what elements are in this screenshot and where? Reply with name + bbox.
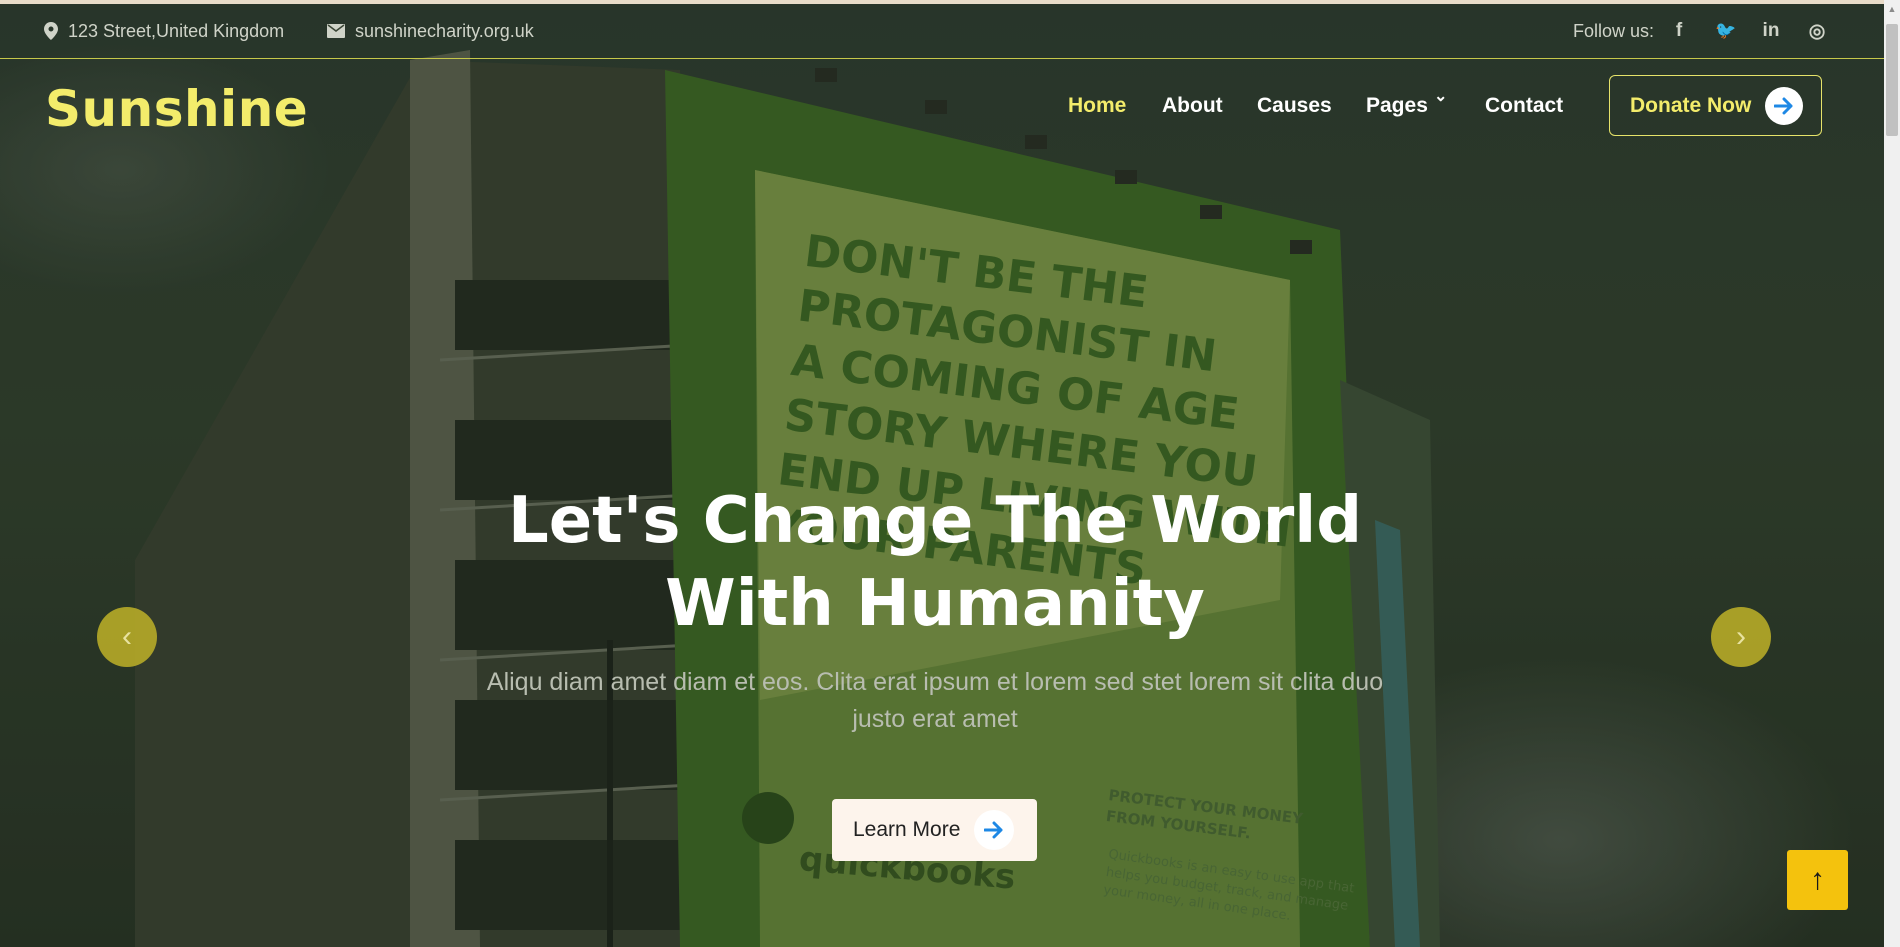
back-to-top-button[interactable]: ↑ bbox=[1787, 850, 1848, 910]
nav-item-contact[interactable]: Contact bbox=[1485, 94, 1563, 118]
carousel-next-button[interactable]: › bbox=[1711, 607, 1771, 667]
nav-item-about[interactable]: About bbox=[1162, 94, 1223, 118]
twitter-icon[interactable]: 🐦 bbox=[1715, 21, 1736, 41]
envelope-icon bbox=[327, 24, 345, 38]
arrow-right-icon bbox=[974, 810, 1015, 850]
facebook-icon[interactable]: f bbox=[1669, 20, 1689, 42]
learn-more-label: Learn More bbox=[853, 818, 961, 841]
hero-title-line-2: With Humanity bbox=[665, 567, 1205, 641]
arrow-up-icon: ↑ bbox=[1810, 863, 1825, 896]
page: DON'T BE THE PROTAGONIST IN A COMING OF … bbox=[0, 0, 1884, 947]
donate-now-button[interactable]: Donate Now bbox=[1609, 75, 1822, 136]
chevron-right-icon: › bbox=[1736, 620, 1746, 653]
donate-now-label: Donate Now bbox=[1630, 93, 1752, 117]
top-info-bar: 123 Street,United Kingdom sunshinecharit… bbox=[0, 4, 1884, 59]
hero-title-line-1: Let's Change The World bbox=[507, 484, 1363, 558]
carousel-prev-button[interactable]: ‹ bbox=[97, 607, 157, 667]
hero-title: Let's Change The World With Humanity bbox=[500, 480, 1370, 646]
linkedin-icon[interactable]: in bbox=[1761, 20, 1781, 42]
learn-more-button[interactable]: Learn More bbox=[832, 799, 1037, 861]
page-scrollbar[interactable]: ▲ bbox=[1884, 0, 1900, 947]
chevron-left-icon: ‹ bbox=[122, 620, 132, 653]
email-text: sunshinecharity.org.uk bbox=[355, 20, 534, 41]
scrollbar-thumb[interactable] bbox=[1886, 24, 1898, 136]
arrow-right-icon bbox=[1765, 86, 1804, 125]
nav-item-causes[interactable]: Causes bbox=[1257, 94, 1332, 118]
chevron-down-icon[interactable]: ⌄ bbox=[1434, 86, 1447, 106]
nav-item-home[interactable]: Home bbox=[1068, 94, 1126, 118]
social-links: f 🐦 in ◎ bbox=[1669, 4, 1827, 58]
address-text: 123 Street,United Kingdom bbox=[68, 20, 285, 41]
top-edge bbox=[0, 0, 1884, 4]
hero-subtitle: Aliqu diam amet diam et eos. Clita erat … bbox=[486, 668, 1384, 733]
address-item: 123 Street,United Kingdom bbox=[44, 4, 284, 58]
scroll-up-icon[interactable]: ▲ bbox=[1884, 0, 1900, 16]
site-logo[interactable]: Sunshine bbox=[45, 80, 308, 138]
email-item[interactable]: sunshinecharity.org.uk bbox=[327, 4, 534, 58]
map-marker-icon bbox=[44, 22, 58, 40]
follow-label: Follow us: bbox=[1572, 20, 1654, 41]
nav-item-pages[interactable]: Pages bbox=[1366, 94, 1428, 118]
instagram-icon[interactable]: ◎ bbox=[1807, 20, 1827, 43]
